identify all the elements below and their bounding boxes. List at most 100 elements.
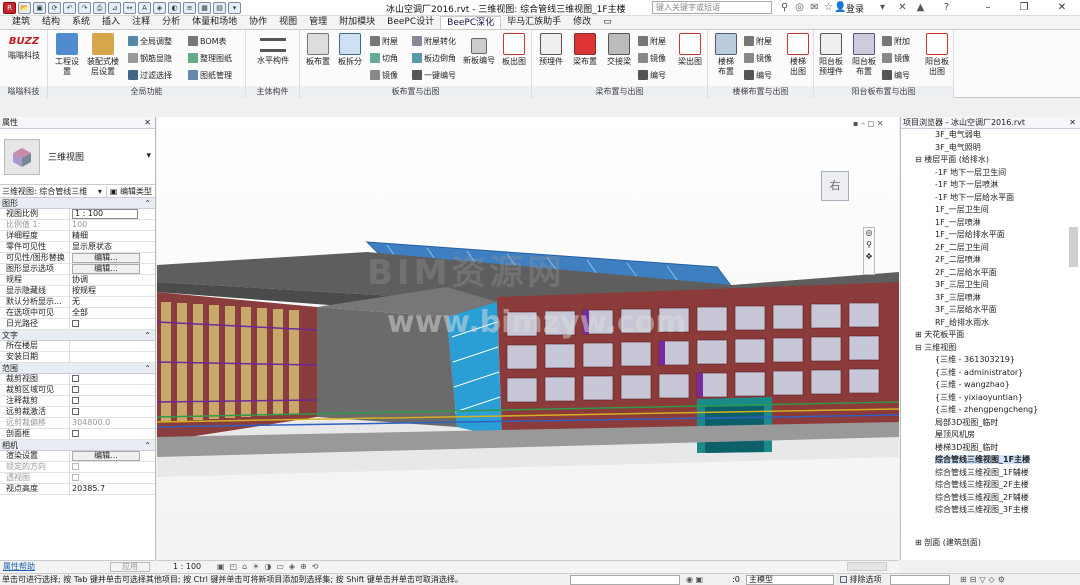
text-icon[interactable]: A	[138, 2, 151, 14]
browser-item[interactable]: 1F_一层给排水平面	[901, 229, 1080, 242]
view-control-icons[interactable]: ▣◰⌂☀◑▭◈⊕⟲	[217, 561, 323, 573]
browser-item[interactable]: {三维 - zhengpengcheng}	[901, 404, 1080, 417]
browser-item[interactable]: 2F_二层给水平面	[901, 267, 1080, 280]
browser-item[interactable]: 综合管线三维视图_2F辅楼	[901, 492, 1080, 505]
search-input[interactable]: 键入关键字或短语	[652, 1, 772, 14]
tab-3[interactable]: 插入	[96, 16, 126, 29]
status-icons[interactable]: ◉ ▣	[686, 574, 703, 585]
tab-0[interactable]: 建筑	[6, 16, 36, 29]
slab-layout-button[interactable]: 板布置	[304, 33, 332, 67]
exchange-icon[interactable]: ✕	[896, 1, 909, 14]
browser-item[interactable]: 综合管线三维视图_1F辅楼	[901, 467, 1080, 480]
property-value[interactable]	[70, 473, 155, 483]
maximize-button[interactable]: ❐	[1006, 0, 1042, 16]
balcony-mirror-button[interactable]: 镜像	[882, 52, 910, 64]
browser-item[interactable]: 综合管线三维视图_1F主楼	[901, 454, 1080, 467]
tab-2[interactable]: 系统	[66, 16, 96, 29]
close-button[interactable]: ✕	[1044, 0, 1080, 16]
property-checkbox[interactable]	[72, 463, 79, 470]
property-group[interactable]: 文字	[0, 330, 155, 341]
slab-split-button[interactable]: 板拆分	[336, 33, 364, 67]
browser-item[interactable]: 1F_一层卫生间	[901, 204, 1080, 217]
design-option-select[interactable]: 主模型	[746, 575, 834, 585]
dropdown-icon[interactable]: ▾	[876, 1, 889, 14]
property-group[interactable]: 范围	[0, 363, 155, 374]
slab-attach-button[interactable]: 附屋	[370, 35, 398, 47]
balcony-drawing-button[interactable]: 阳台板出图	[922, 33, 952, 77]
stair-attach-button[interactable]: 附屋	[744, 35, 772, 47]
apply-button[interactable]: 应用	[110, 562, 150, 572]
close-view-icon[interactable]: ✕	[877, 119, 884, 128]
minimize-view-icon[interactable]: –	[861, 119, 865, 128]
close-icon[interactable]: ✕	[144, 117, 151, 129]
property-value[interactable]: 无	[70, 297, 155, 307]
balcony-layout-button[interactable]: 阳台板布置	[850, 33, 878, 77]
property-checkbox[interactable]	[72, 430, 79, 437]
property-value[interactable]: 100	[70, 220, 155, 230]
communication-icon[interactable]: ✉	[808, 1, 821, 14]
balcony-embed-button[interactable]: 阳台板预埋件	[816, 33, 846, 77]
edit-type-button[interactable]: ▣ 编辑类型	[105, 185, 155, 197]
view-cube[interactable]: 右	[817, 167, 857, 207]
customize-icon[interactable]: ▾	[228, 2, 241, 14]
property-value[interactable]: 1 : 100	[70, 209, 155, 219]
apps-icon[interactable]: ▲	[914, 1, 927, 14]
property-value[interactable]: 20385.7	[70, 484, 155, 494]
tab-6[interactable]: 体量和场地	[186, 16, 243, 29]
pan-icon[interactable]: ✥	[864, 252, 874, 264]
global-adjust-button[interactable]: 全局调整	[128, 35, 172, 47]
edit-button[interactable]: 编辑...	[72, 451, 140, 461]
attach-convert-button[interactable]: 附屋转化	[412, 35, 456, 47]
type-selector[interactable]: 三维视图 ▾	[0, 129, 155, 185]
browser-item[interactable]: {三维 - 361303219}	[901, 354, 1080, 367]
new-slab-number-button[interactable]: 新板编号	[462, 38, 496, 66]
workset-field[interactable]	[570, 575, 680, 585]
3d-viewport[interactable]: BIM资源网 www.bimzyw.com 右 ◎ ⚲ ✥ ▪ – ◻ ✕	[156, 117, 900, 560]
exclude-options-toggle[interactable]: 排除选项	[840, 574, 882, 585]
expand-icon[interactable]: ⊞	[915, 330, 924, 339]
collapse-icon[interactable]: ⊟	[915, 343, 924, 352]
tab-9[interactable]: 管理	[303, 16, 333, 29]
browser-item[interactable]: ⊟ 楼层平面 (给排水)	[901, 154, 1080, 167]
save-icon[interactable]: ▣	[33, 2, 46, 14]
3d-view-icon[interactable]: ◈	[153, 2, 166, 14]
browser-item[interactable]: RF_给排水雨水	[901, 317, 1080, 330]
property-value[interactable]: 显示原状态	[70, 242, 155, 252]
horizontal-scrollbar[interactable]	[847, 562, 887, 571]
measure-icon[interactable]: ⊿	[108, 2, 121, 14]
beam-number-button[interactable]: 编号	[638, 69, 666, 81]
property-checkbox[interactable]	[72, 474, 79, 481]
view-scale[interactable]: 1 : 100	[173, 561, 201, 573]
property-value[interactable]: 精细	[70, 231, 155, 241]
property-checkbox[interactable]	[72, 397, 79, 404]
browser-item[interactable]: 楼梯3D视图_临时	[901, 442, 1080, 455]
zoom-icon[interactable]: ⚲	[864, 240, 874, 252]
browser-item[interactable]: 3F_电气弱电	[901, 129, 1080, 142]
property-value[interactable]	[70, 319, 155, 329]
print-icon[interactable]: ⎙	[93, 2, 106, 14]
browser-item-sections[interactable]: ⊞ 剖面 (建筑剖面)	[901, 537, 981, 549]
browser-item[interactable]: -1F 地下一层给水平面	[901, 192, 1080, 205]
tab-7[interactable]: 协作	[243, 16, 273, 29]
browser-item[interactable]: 综合管线三维视图_3F主楼	[901, 504, 1080, 517]
property-group[interactable]: 图形	[0, 198, 155, 209]
property-value[interactable]: 编辑...	[70, 264, 155, 274]
property-group[interactable]: 相机	[0, 440, 155, 451]
collapse-icon[interactable]: ⊟	[915, 155, 924, 164]
expand-icon[interactable]: ⊞	[915, 538, 924, 547]
property-value[interactable]	[70, 396, 155, 406]
project-settings-button[interactable]: 工程设置	[52, 33, 82, 77]
property-value[interactable]: 协调	[70, 275, 155, 285]
property-checkbox[interactable]	[72, 320, 79, 327]
tab-4[interactable]: 注释	[126, 16, 156, 29]
balcony-attach-button[interactable]: 附加	[882, 35, 910, 47]
close-hidden-icon[interactable]: ▦	[198, 2, 211, 14]
steering-wheel-icon[interactable]: ◎	[864, 228, 874, 240]
beam-mirror-button[interactable]: 镜像	[638, 52, 666, 64]
stair-mirror-button[interactable]: 镜像	[744, 52, 772, 64]
property-value[interactable]	[70, 462, 155, 472]
beam-layout-button[interactable]: 梁布置	[570, 33, 600, 67]
browser-item[interactable]: 屋顶风机房	[901, 429, 1080, 442]
rebar-visibility-button[interactable]: 钢筋显隐	[128, 52, 172, 64]
browser-item[interactable]: 3F_三层卫生间	[901, 279, 1080, 292]
